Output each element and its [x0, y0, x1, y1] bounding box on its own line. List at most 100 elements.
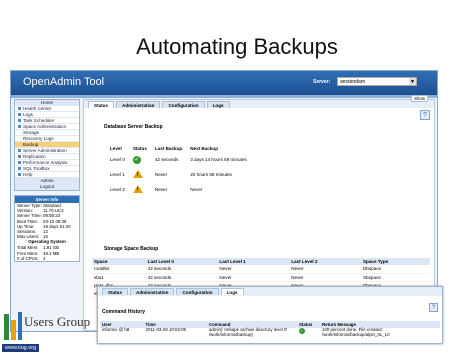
table-cell: Never [289, 265, 361, 274]
info-key: # of CPUs: [17, 255, 39, 261]
table-cell: 42 seconds [145, 273, 218, 282]
cell-next-backup: 20 hours 58 minutes [190, 172, 232, 177]
space-backup-title: Storage Space Backup [104, 246, 159, 252]
sidebar-item-label: Server Administration [23, 148, 67, 153]
db-backup-title: Database Server Backup [104, 124, 163, 130]
app-title: OpenAdmin Tool [23, 76, 105, 88]
chevron-down-icon[interactable]: ▼ [409, 78, 416, 85]
check-icon: ✓ [298, 328, 305, 334]
nav-item-icon [18, 161, 21, 165]
sidebar-item-logout[interactable]: Logout [15, 184, 79, 190]
sidebar-item-label: Storage [23, 130, 40, 135]
column-header: Status [132, 145, 147, 151]
column-header: Last Backup [154, 145, 183, 151]
tab-configuration[interactable]: Configuration [162, 101, 205, 108]
sidebar-item-label: Task Scheduler [23, 118, 55, 123]
table-cell: Dbspace [360, 265, 430, 274]
app-header: OpenAdmin Tool Server: amsterdam ▼ [11, 71, 437, 95]
cell-status: ✓ [297, 328, 320, 340]
table-row: Level 2! Never Never [106, 182, 251, 197]
cell-status: ✓ [129, 152, 151, 167]
column-header: Level [110, 145, 122, 151]
table-row: informix @ h8 2011-03-29 10:02:09 admin(… [100, 327, 440, 340]
sidebar-item-label: Home [40, 100, 54, 105]
column-header: Next Backup [190, 145, 219, 151]
sidebar-item-label: Recovery Logs [23, 136, 54, 141]
nav-item-icon [18, 149, 21, 153]
table-cell: Sbspace [360, 273, 430, 282]
table-row: sbs1 42 seconds Never Never Sbspace [92, 273, 430, 282]
nav-item-icon [18, 167, 21, 171]
column-header: Last Level 0 [145, 258, 218, 265]
sidebar-item-label: Replication [23, 154, 46, 159]
sidebar-item-label: Logout [39, 184, 55, 189]
server-select-value: amsterdam [340, 79, 366, 85]
sidebar-item-label: Admin [40, 178, 54, 183]
column-header: Space [92, 258, 146, 265]
header-divider [11, 95, 437, 98]
main-tabs: Status Administration Configuration Logs [84, 100, 434, 108]
table-cell: sbs1 [92, 273, 146, 282]
cell-status: ! [129, 167, 151, 182]
overlay-tabs: Status Administration Configuration Logs [98, 287, 442, 296]
sidebar-item-label: Logs [23, 112, 33, 117]
cell-last-backup: Never [154, 172, 168, 177]
table-row: Level 0 ✓ 42 seconds 3 days 14 hours 59 min… [106, 152, 251, 167]
tab-configuration[interactable]: Configuration [176, 288, 219, 295]
sidebar-item-label: Help [23, 172, 33, 177]
info-value: 48.2 MB [43, 250, 60, 256]
server-label: Server: [313, 79, 331, 85]
table-cell: Never [289, 273, 361, 282]
show-toggle[interactable]: Show [411, 95, 428, 102]
tab-logs[interactable]: Logs [206, 101, 230, 108]
command-history-table: User Time Command Status Return Message info… [100, 321, 440, 340]
cell-message: 100 percent done. File created: /work/in… [322, 327, 390, 337]
info-value: 4 [43, 255, 46, 261]
slide-title: Automating Backups [136, 34, 338, 59]
server-info-header: Server Info [15, 196, 79, 203]
tab-status[interactable]: Status [102, 288, 129, 295]
sidebar-item-label: SQL ToolBox [23, 166, 50, 171]
server-select[interactable]: amsterdam ▼ [337, 77, 417, 86]
sidebar-item-label: Space Administration [23, 124, 67, 129]
tab-status[interactable]: Status [88, 101, 115, 108]
db-backup-table: Level Status Last Backup Next Backup Level … [106, 144, 251, 197]
table-cell: 42 seconds [145, 265, 218, 274]
nav-item-icon [18, 125, 21, 129]
help-icon[interactable]: ? [429, 303, 438, 312]
warning-icon: ! [132, 170, 143, 178]
cell-user: informix @ h8 [102, 327, 130, 332]
sidebar-item-label: Health Center [23, 106, 52, 111]
logo-mark-icon [4, 312, 22, 340]
os-info-row: # of CPUs: 4 [15, 256, 79, 261]
cell-last-backup: Never [154, 187, 168, 192]
tab-administration[interactable]: Administration [116, 101, 161, 108]
sidebar-item-label: Backup [23, 142, 39, 147]
tab-administration[interactable]: Administration [130, 288, 175, 295]
table-cell: Never [217, 265, 290, 274]
nav-item-icon [18, 173, 21, 177]
cell-level: Level 2 [110, 187, 125, 192]
sidebar-item-label: Performance Analysis [23, 160, 68, 165]
cell-time: 2011-03-29 10:02:09 [145, 327, 186, 332]
column-header: Last Level 2 [289, 258, 361, 265]
help-icon[interactable]: ? [420, 110, 430, 120]
table-row: Level 1! Never 20 hours 58 minutes [106, 167, 251, 182]
cell-next-backup: Never [190, 187, 203, 192]
sidebar-nav: Home Health Center Logs Task Scheduler Space… [14, 99, 80, 191]
table-row: rootdbs 42 seconds Never Never Dbspace [92, 265, 430, 274]
tab-logs[interactable]: Logs [220, 288, 244, 295]
column-header: Status [296, 321, 320, 328]
nav-item-icon [18, 107, 21, 111]
cell-last-backup: 42 seconds [154, 157, 179, 162]
server-info-panel: Server Info Server Type: Standard Version:… [14, 195, 80, 262]
cell-next-backup: 3 days 14 hours 59 minutes [190, 157, 247, 162]
sidebar: Home Health Center Logs Task Scheduler Space… [14, 99, 80, 331]
cell-level: Level 0 [110, 157, 125, 162]
cell-level: Level 1 [110, 172, 125, 177]
check-icon: ✓ [132, 155, 141, 164]
logo-url: www.iiug.org [2, 344, 40, 352]
nav-item-icon [18, 155, 21, 159]
table-cell: Never [217, 273, 290, 282]
cell-command: admin( 'onbape archive directory level 0… [208, 327, 288, 337]
